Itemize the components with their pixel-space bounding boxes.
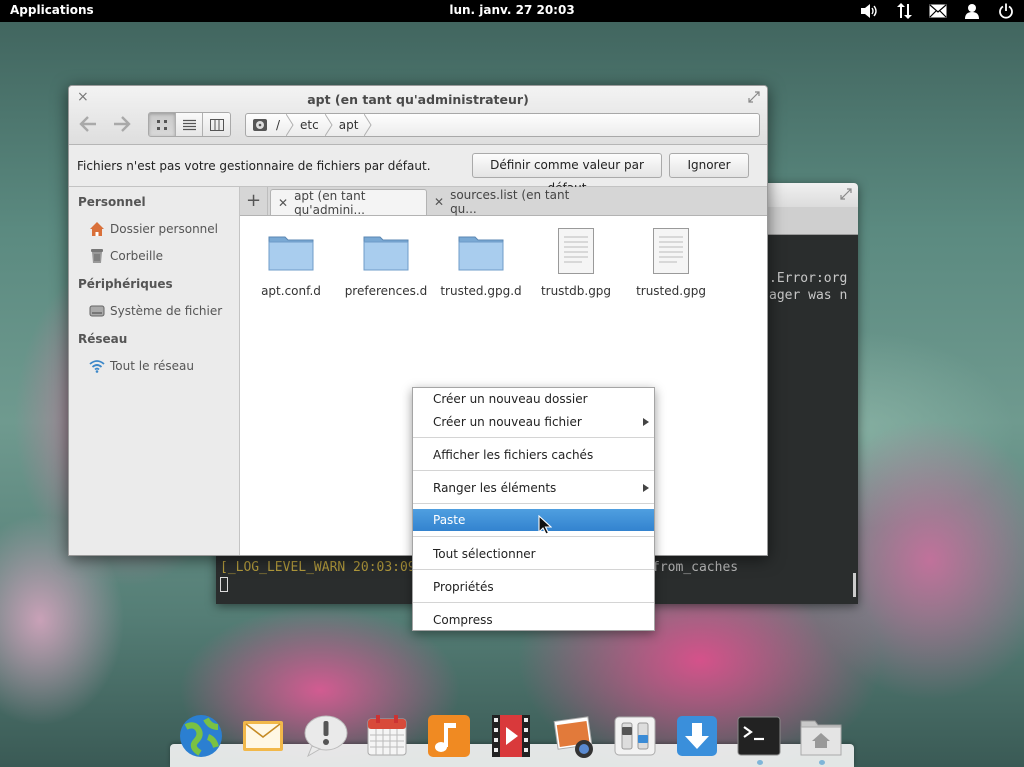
terminal-output-line: ager was n [769,288,848,303]
file-item[interactable]: preferences.d [341,226,431,298]
context-menu: Créer un nouveau dossier Créer un nouvea… [412,387,655,631]
videos-icon[interactable] [488,713,534,759]
folder-icon [341,226,431,276]
sidebar-item-filesystem[interactable]: Système de fichier [89,303,222,319]
dock-running-indicator [757,760,763,765]
system-tray [860,2,1016,20]
list-icon [182,119,196,130]
list-view-button[interactable] [176,113,203,136]
close-tab-icon[interactable]: ✕ [278,196,288,210]
submenu-arrow-icon [643,484,649,492]
file-item[interactable]: trusted.gpg [626,226,716,298]
terminal-output-line: from_caches [652,560,739,575]
dock-running-indicator [819,760,825,765]
menu-separator [413,536,654,537]
terminal-cursor [220,577,228,592]
tab-sources-list[interactable]: ✕ sources.list (en tant qu... [427,188,582,216]
view-switcher [148,112,231,137]
menu-separator [413,470,654,471]
close-tab-icon[interactable]: ✕ [434,195,444,209]
sidebar-item-home[interactable]: Dossier personnel [89,221,218,237]
submenu-arrow-icon [643,418,649,426]
menu-item-show-hidden[interactable]: Afficher les fichiers cachés [413,444,654,466]
top-panel: Applications lun. janv. 27 20:03 [0,0,1024,22]
tab-label: apt (en tant qu'admini... [294,188,366,217]
terminal-warning-line: [_LOG_LEVEL_WARN 20:03:09 [220,560,416,575]
applications-menu[interactable]: Applications [10,3,94,17]
infobar-message: Fichiers n'est pas votre gestionnaire de… [77,159,431,173]
menu-item-compress[interactable]: Compress [413,609,654,631]
harddisk-icon [253,119,267,131]
tab-apt[interactable]: ✕ apt (en tant qu'admini... [270,188,427,217]
menu-separator [413,437,654,438]
menu-item-select-all[interactable]: Tout sélectionner [413,543,654,565]
sidebar-header-personal: Personnel [78,195,146,209]
tab-label: sources.list (en tant qu... [450,188,570,216]
mouse-pointer-icon [538,514,553,538]
menu-item-arrange[interactable]: Ranger les éléments [413,477,654,499]
folder-icon [436,226,526,276]
menu-separator [413,602,654,603]
forward-button[interactable] [111,116,133,136]
terminal-scrollbar[interactable] [853,573,856,597]
file-item[interactable]: trustdb.gpg [531,226,621,298]
power-icon[interactable] [996,2,1016,20]
default-app-infobar: Fichiers n'est pas votre gestionnaire de… [69,145,767,195]
breadcrumb-root[interactable]: / [246,114,286,136]
window-titlebar[interactable]: × apt (en tant qu'administrateur) / etc … [69,86,767,145]
back-button[interactable] [77,116,99,136]
photos-icon[interactable] [550,713,596,759]
column-view-button[interactable] [203,113,230,136]
set-default-button[interactable]: Définir comme valeur par défaut [472,153,662,195]
breadcrumb-apt[interactable]: apt [333,114,365,136]
breadcrumb-etc[interactable]: etc [294,114,325,136]
maximize-icon[interactable] [748,91,760,106]
file-item[interactable]: trusted.gpg.d [436,226,526,298]
system-settings-icon[interactable] [612,713,658,759]
file-item[interactable]: apt.conf.d [246,226,336,298]
document-icon [531,226,621,276]
user-icon[interactable] [962,2,982,20]
path-bar[interactable]: / etc apt [245,113,760,137]
sidebar-item-network[interactable]: Tout le réseau [89,358,194,374]
mail-icon[interactable] [240,713,286,759]
network-icon[interactable] [894,2,914,20]
home-icon [89,221,105,237]
icon-view-button[interactable] [149,113,176,136]
menu-separator [413,569,654,570]
files-icon[interactable] [798,713,844,759]
notifications-icon[interactable] [302,713,348,759]
terminal-output-line: .Error:org [769,271,848,286]
sidebar: Personnel Dossier personnel Corbeille Pé… [69,187,240,555]
sidebar-header-network: Réseau [78,332,128,346]
columns-icon [209,118,224,131]
menu-item-paste[interactable]: Paste [413,509,654,531]
wifi-icon [89,358,105,374]
volume-icon[interactable] [860,2,880,20]
maximize-icon[interactable] [840,188,852,203]
folder-icon [246,226,336,276]
calendar-icon[interactable] [364,713,410,759]
menu-separator [413,503,654,504]
menu-item-new-folder[interactable]: Créer un nouveau dossier [413,388,654,410]
grid-icon [157,119,167,130]
window-title: apt (en tant qu'administrateur) [307,92,529,107]
sidebar-header-devices: Périphériques [78,277,173,291]
terminal-icon[interactable] [736,713,782,759]
menu-item-properties[interactable]: Propriétés [413,576,654,598]
mail-icon[interactable] [928,2,948,20]
web-browser-icon[interactable] [178,713,224,759]
document-icon [626,226,716,276]
clock[interactable]: lun. janv. 27 20:03 [449,3,574,17]
menu-item-new-file[interactable]: Créer un nouveau fichier [413,411,654,433]
new-tab-button[interactable]: + [240,187,268,215]
tab-bar: + ✕ apt (en tant qu'admini... ✕ sources.… [240,187,767,217]
music-icon[interactable] [426,713,472,759]
app-center-icon[interactable] [674,713,720,759]
ignore-button[interactable]: Ignorer [669,153,749,178]
drive-icon [89,303,105,319]
trash-icon [89,248,105,264]
sidebar-item-trash[interactable]: Corbeille [89,248,163,264]
